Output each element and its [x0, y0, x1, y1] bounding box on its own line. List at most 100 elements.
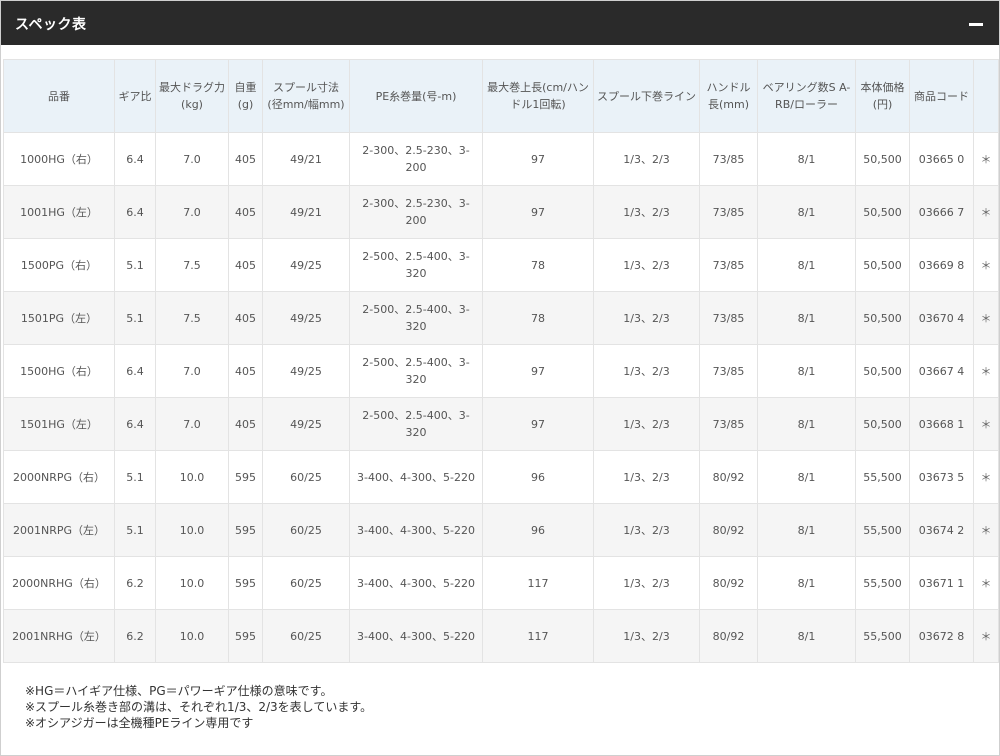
table-cell: 50,500: [855, 185, 910, 239]
minus-icon[interactable]: [969, 14, 983, 32]
table-cell: 3-400、4-300、5-220: [349, 609, 483, 663]
table-cell: 2-300、2.5-230、3-200: [349, 185, 483, 239]
table-row: 1001HG（左） 6.4 7.0 405 49/21 2-300、2.5-230、3-2…: [3, 185, 999, 239]
table-cell: 6.4: [114, 132, 156, 186]
table-cell: 6.4: [114, 397, 156, 451]
table-row: 1501PG（左） 5.1 7.5 405 49/25 2-500、2.5-400、3-3…: [3, 291, 999, 345]
spec-table-header: 品番 ギア比 最大ドラグ力(kg) 自重(g) スプール寸法(径mm/幅mm) PE糸巻量…: [3, 59, 999, 133]
table-cell: 97: [482, 397, 594, 451]
table-cell: 78: [482, 291, 594, 345]
table-cell: 1/3、2/3: [593, 503, 700, 557]
table-cell: 80/92: [699, 450, 758, 504]
table-cell: 7.5: [155, 238, 229, 292]
table-cell: 96: [482, 503, 594, 557]
table-cell: 03666 7: [909, 185, 974, 239]
table-cell: 8/1: [757, 132, 856, 186]
table-cell: 7.0: [155, 185, 229, 239]
table-cell: 8/1: [757, 503, 856, 557]
table-cell: ＊: [973, 609, 999, 663]
table-cell: 60/25: [262, 556, 350, 610]
column-header: 自重(g): [228, 59, 263, 133]
table-cell: 1501HG（左）: [3, 397, 115, 451]
table-cell: 80/92: [699, 609, 758, 663]
table-cell: 1/3、2/3: [593, 344, 700, 398]
table-cell: 1/3、2/3: [593, 397, 700, 451]
table-cell: 96: [482, 450, 594, 504]
table-cell: 60/25: [262, 450, 350, 504]
column-header: PE糸巻量(号-m): [349, 59, 483, 133]
table-cell: 97: [482, 132, 594, 186]
spec-table-body: 1000HG（右） 6.4 7.0 405 49/21 2-300、2.5-230、3-2…: [3, 132, 999, 663]
table-cell: 50,500: [855, 291, 910, 345]
table-cell: ＊: [973, 238, 999, 292]
table-cell: ＊: [973, 132, 999, 186]
column-header: ハンドル長(mm): [699, 59, 758, 133]
table-cell: 595: [228, 609, 263, 663]
table-cell: 73/85: [699, 132, 758, 186]
table-cell: 2000NRHG（右）: [3, 556, 115, 610]
table-cell: 8/1: [757, 556, 856, 610]
table-cell: 6.4: [114, 344, 156, 398]
table-cell: 7.0: [155, 132, 229, 186]
table-cell: 1500HG（右）: [3, 344, 115, 398]
table-cell: 117: [482, 556, 594, 610]
table-cell: 1/3、2/3: [593, 238, 700, 292]
table-cell: 2-500、2.5-400、3-320: [349, 291, 483, 345]
table-cell: 8/1: [757, 238, 856, 292]
table-cell: 10.0: [155, 503, 229, 557]
table-cell: 03674 2: [909, 503, 974, 557]
table-cell: 5.1: [114, 238, 156, 292]
table-cell: 49/21: [262, 132, 350, 186]
table-cell: 5.1: [114, 503, 156, 557]
table-cell: 2001NRPG（左）: [3, 503, 115, 557]
table-cell: 80/92: [699, 556, 758, 610]
table-cell: 1501PG（左）: [3, 291, 115, 345]
table-cell: 8/1: [757, 185, 856, 239]
table-cell: 55,500: [855, 609, 910, 663]
table-cell: 6.2: [114, 609, 156, 663]
table-cell: ＊: [973, 344, 999, 398]
spec-header[interactable]: スペック表: [1, 1, 999, 45]
column-header: スプール寸法(径mm/幅mm): [262, 59, 350, 133]
table-cell: 50,500: [855, 397, 910, 451]
table-cell: 73/85: [699, 397, 758, 451]
table-row: 1500HG（右） 6.4 7.0 405 49/25 2-500、2.5-400、3-3…: [3, 344, 999, 398]
table-cell: 595: [228, 556, 263, 610]
table-row: 1000HG（右） 6.4 7.0 405 49/21 2-300、2.5-230、3-2…: [3, 132, 999, 186]
table-cell: 97: [482, 185, 594, 239]
table-cell: 6.2: [114, 556, 156, 610]
table-cell: 80/92: [699, 503, 758, 557]
table-cell: 03667 4: [909, 344, 974, 398]
table-cell: 8/1: [757, 291, 856, 345]
table-cell: 60/25: [262, 609, 350, 663]
table-cell: ＊: [973, 185, 999, 239]
table-row: 1500PG（右） 5.1 7.5 405 49/25 2-500、2.5-400、3-3…: [3, 238, 999, 292]
notes: ※HG＝ハイギア仕様、PG＝パワーギア仕様の意味です。 ※スプール糸巻き部の溝は…: [25, 683, 372, 731]
table-row: 2001NRPG（左） 5.1 10.0 595 60/25 3-400、4-300、5-…: [3, 503, 999, 557]
table-cell: 8/1: [757, 397, 856, 451]
table-cell: 03665 0: [909, 132, 974, 186]
table-cell: 97: [482, 344, 594, 398]
table-cell: 8/1: [757, 450, 856, 504]
table-cell: 60/25: [262, 503, 350, 557]
table-cell: 405: [228, 185, 263, 239]
table-row: 2001NRHG（左） 6.2 10.0 595 60/25 3-400、4-300、5-…: [3, 609, 999, 663]
table-cell: 49/21: [262, 185, 350, 239]
table-cell: ＊: [973, 397, 999, 451]
table-cell: 3-400、4-300、5-220: [349, 503, 483, 557]
table-cell: 2-500、2.5-400、3-320: [349, 344, 483, 398]
table-cell: 2000NRPG（右）: [3, 450, 115, 504]
table-cell: 73/85: [699, 185, 758, 239]
table-cell: 8/1: [757, 344, 856, 398]
column-header: ベアリング数S A-RB/ローラー: [757, 59, 856, 133]
table-cell: 50,500: [855, 344, 910, 398]
column-header: 最大ドラグ力(kg): [155, 59, 229, 133]
table-cell: 03669 8: [909, 238, 974, 292]
table-cell: 03673 5: [909, 450, 974, 504]
table-cell: 55,500: [855, 556, 910, 610]
spec-title: スペック表: [15, 17, 87, 33]
table-cell: 1000HG（右）: [3, 132, 115, 186]
table-cell: 595: [228, 450, 263, 504]
table-cell: ＊: [973, 503, 999, 557]
table-cell: ＊: [973, 291, 999, 345]
